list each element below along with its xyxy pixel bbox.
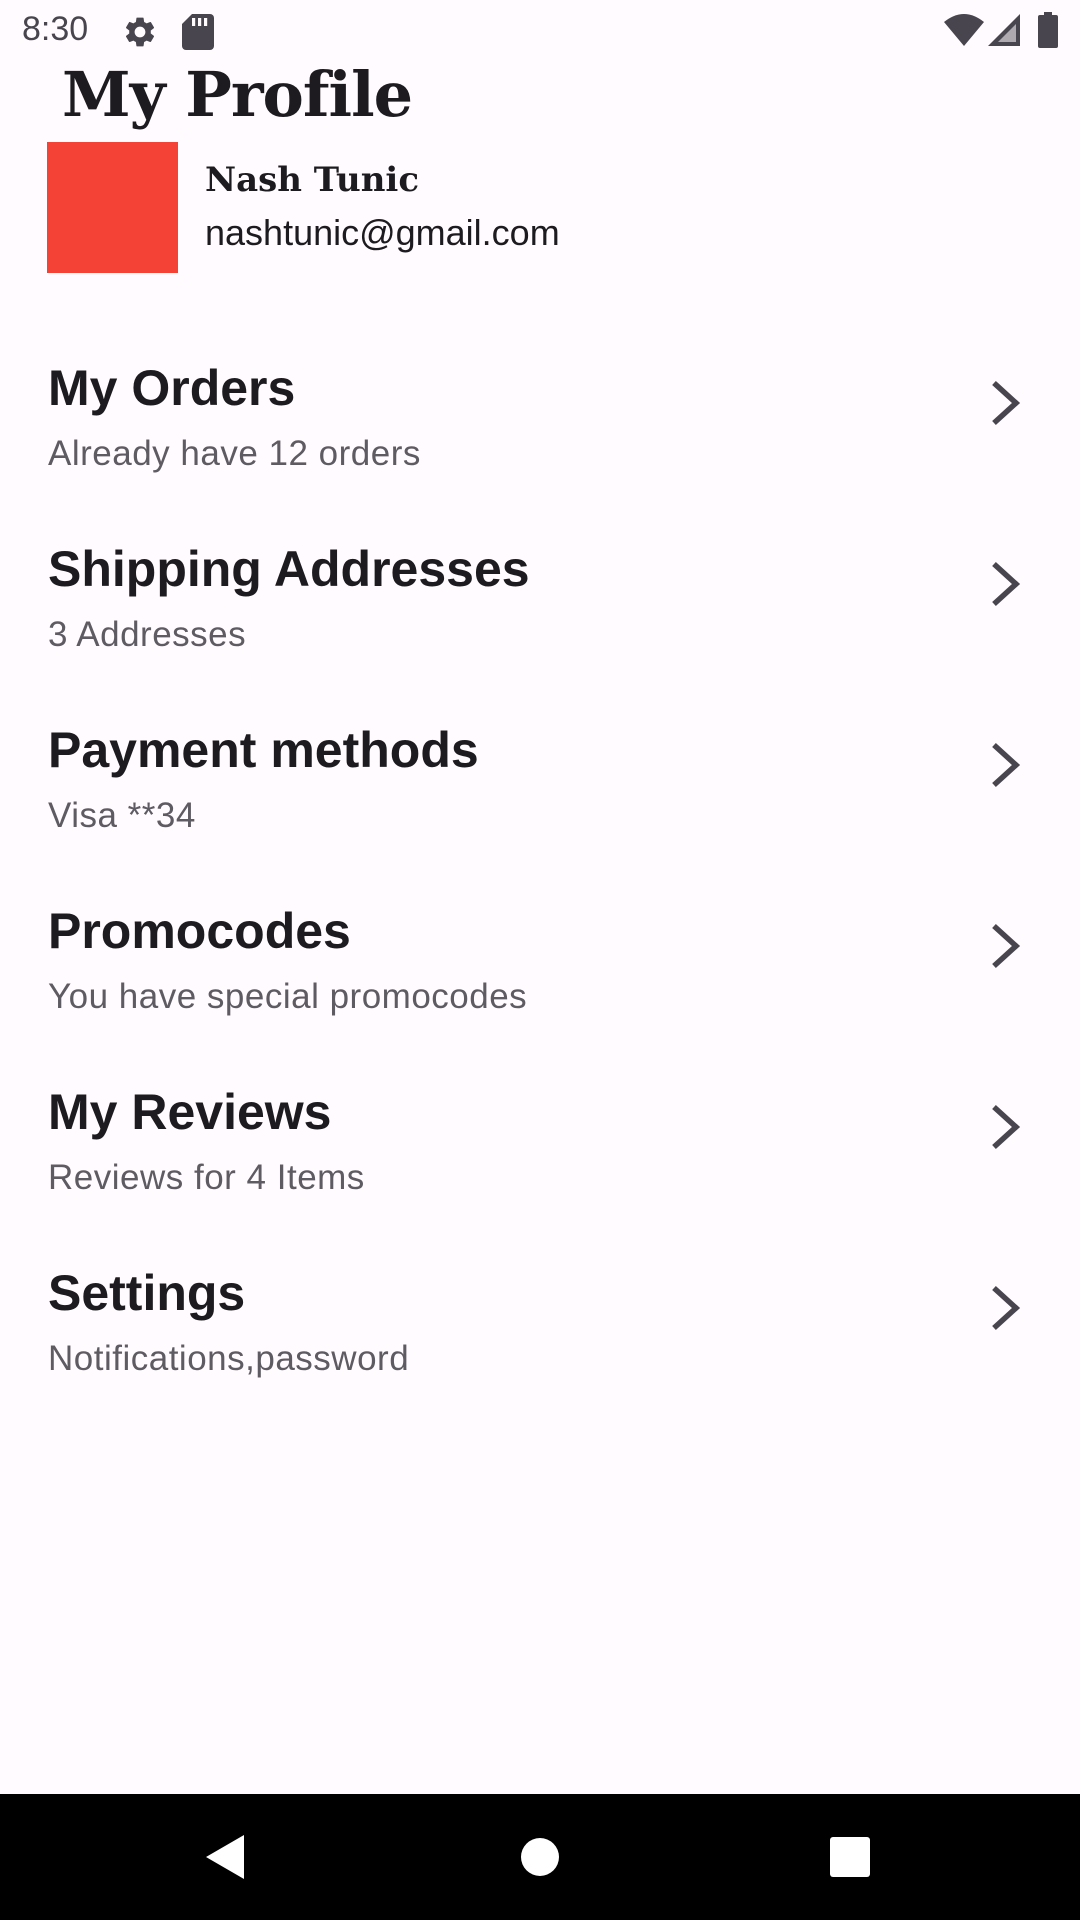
menu-item-promocodes[interactable]: Promocodes You have special promocodes [0, 880, 1080, 1061]
menu-item-subtitle: Reviews for 4 Items [48, 1158, 365, 1197]
user-name: Nash Tunic [205, 160, 420, 200]
menu-item-settings[interactable]: Settings Notifications,password [0, 1242, 1080, 1423]
chevron-right-icon[interactable] [988, 739, 1024, 791]
home-circle-icon[interactable] [510, 1827, 570, 1887]
recents-square-icon[interactable] [820, 1827, 880, 1887]
sd-card-icon [182, 14, 214, 50]
back-triangle-icon[interactable] [196, 1827, 256, 1887]
menu-item-subtitle: Already have 12 orders [48, 434, 421, 473]
menu-item-title: My Orders [48, 360, 296, 416]
chevron-right-icon[interactable] [988, 1101, 1024, 1153]
menu-item-shipping-addresses[interactable]: Shipping Addresses 3 Addresses [0, 518, 1080, 699]
menu-item-subtitle: 3 Addresses [48, 615, 247, 654]
chevron-right-icon[interactable] [988, 1282, 1024, 1334]
chevron-right-icon[interactable] [988, 558, 1024, 610]
menu-item-payment-methods[interactable]: Payment methods Visa **34 [0, 699, 1080, 880]
wifi-icon [944, 14, 984, 46]
cellular-signal-icon [988, 14, 1020, 46]
status-time: 8:30 [22, 10, 89, 48]
user-email: nashtunic@gmail.com [205, 212, 560, 253]
menu-item-title: Payment methods [48, 722, 479, 778]
gear-icon [125, 17, 155, 47]
page-title: My Profile [62, 58, 413, 131]
chevron-right-icon[interactable] [988, 377, 1024, 429]
menu-item-title: Promocodes [48, 903, 351, 959]
avatar [47, 142, 178, 273]
menu-item-my-orders[interactable]: My Orders Already have 12 orders [0, 337, 1080, 518]
menu-item-subtitle: You have special promocodes [48, 977, 528, 1016]
status-bar: 8:30 [0, 0, 1080, 62]
menu-item-subtitle: Visa **34 [48, 796, 196, 835]
system-nav-bar [0, 1794, 1080, 1920]
battery-icon [1038, 12, 1058, 48]
menu-item-my-reviews[interactable]: My Reviews Reviews for 4 Items [0, 1061, 1080, 1242]
menu-item-title: Shipping Addresses [48, 541, 530, 597]
menu-item-subtitle: Notifications,password [48, 1339, 410, 1378]
menu-item-title: Settings [48, 1265, 246, 1321]
chevron-right-icon[interactable] [988, 920, 1024, 972]
menu-item-title: My Reviews [48, 1084, 332, 1140]
